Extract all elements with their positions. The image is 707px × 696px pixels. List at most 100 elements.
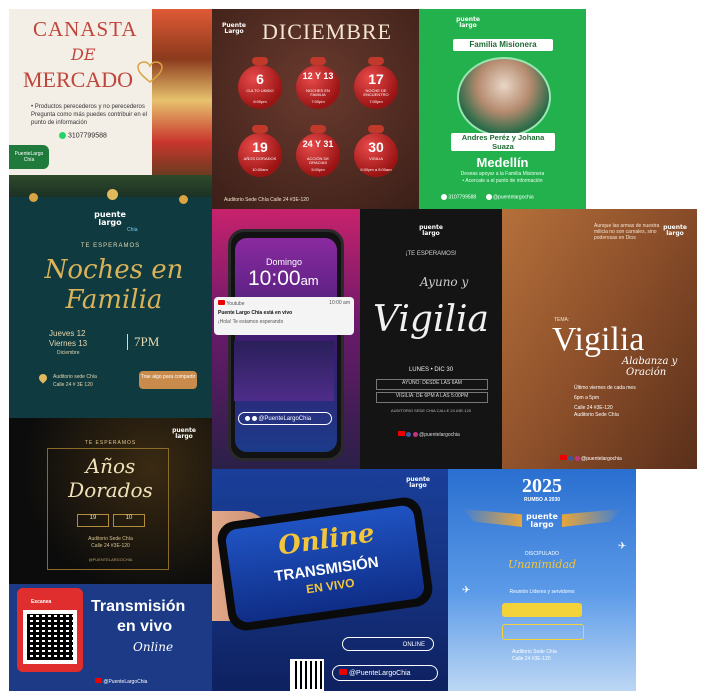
vigilia2-quote: Aunque las armas de nuestra milicia no s… (594, 223, 660, 241)
vigilia2-row-1: Último viernes de cada mes (574, 385, 636, 391)
canasta-tile[interactable]: CANASTA DE MERCADO • Productos pereceder… (9, 9, 212, 175)
ornament-day: 17 (368, 71, 384, 87)
noches-cta[interactable]: Trae algo para compartir (139, 371, 197, 389)
familia-tile[interactable]: puente largo Familia Misionera Andres Pe… (419, 9, 586, 209)
facebook-icon (568, 456, 574, 462)
transmision-handle: @PuenteLargoChia (103, 679, 148, 685)
ornament-event: 19 AÑOS DORADOS 10:00am (236, 125, 284, 185)
noches-date-3: Diciembre (57, 350, 80, 356)
wings-left (462, 509, 522, 527)
instagram-icon (412, 432, 418, 438)
rumbo-date-field (502, 603, 582, 617)
ornament-icon (179, 195, 188, 204)
vigilia2-title: Vigilia (552, 321, 645, 358)
ornament-event: 17 NOCHE DE ENCUENTRO 7:00pm (352, 57, 400, 117)
anos-logo: puente largo (172, 427, 196, 440)
live-day: Domingo (266, 257, 303, 267)
vigilia1-tile[interactable]: puente largo ¡TE ESPERAMOS! Ayuno y Vigi… (360, 209, 502, 469)
bow-icon (368, 125, 384, 133)
live-tile[interactable]: Domingo 10:00am Youtube 10:00 am Puente … (212, 209, 360, 469)
canasta-logo: PuenteLargo Chía (14, 151, 44, 163)
diciembre-street: Calle 24 #3E-120 (270, 197, 309, 203)
anos-street: Calle 24 #3E-120 (91, 543, 130, 549)
ornament-label: CULTO UNIDO (246, 88, 274, 93)
online-handle: @PuenteLargoChia (348, 670, 411, 677)
canasta-bullet-1: • Productos perecederos y no perecederos (31, 104, 145, 110)
ornament-time: 5:00pm (311, 167, 325, 172)
live-handle-pill[interactable]: @PuenteLargoChia (238, 412, 332, 425)
canasta-title-3: MERCADO (23, 67, 134, 92)
vigilia1-script: Ayuno y (420, 275, 469, 289)
anos-tile[interactable]: puente largo TE ESPERAMOS Años Dorados 1… (9, 418, 212, 584)
facebook-icon (251, 415, 257, 421)
anos-title-2: Dorados (68, 478, 153, 502)
instagram-icon (245, 415, 250, 421)
noches-street: Calle 24 # 3E 120 (53, 382, 93, 388)
whatsapp-icon (59, 132, 66, 139)
online-badge-pill: ONLINE (342, 637, 434, 651)
vigilia2-tile[interactable]: puente largo Aunque las armas de nuestra… (502, 209, 697, 469)
vigilia1-row-1: AYUNO: DESDE LAS 6AM (376, 379, 488, 390)
canasta-phone: 3107799588 (67, 132, 107, 140)
youtube-icon (95, 678, 102, 683)
vigilia1-social-row: @puentelargochia (398, 431, 460, 438)
rumbo-year: 2025 (522, 475, 562, 497)
ornament-event: 30 VIGILIA 6:00pm a 5:00am (352, 125, 400, 185)
rumbo-logo: puente largo (526, 512, 558, 529)
anos-day-1: 19 (77, 514, 109, 527)
ornament-event: 12 Y 13 NOCHES EN FAMILIA 7:00pm (294, 57, 342, 117)
food-illustration (152, 9, 212, 175)
vigilia2-row-4: Auditorio Sede Chía (574, 412, 619, 418)
online-logo: puente largo (406, 476, 430, 489)
familia-logo: puente largo (456, 16, 480, 29)
diciembre-tile[interactable]: Puente Largo DICIEMBRE 6 CULTO UNIDO 6:00p… (212, 9, 419, 209)
anos-te-esperamos: TE ESPERAMOS (84, 440, 137, 446)
familia-contact: 3107799588 @puentelargochia (441, 194, 534, 200)
qr-pattern (27, 614, 73, 660)
canasta-phone-row: 3107799588 (59, 132, 107, 139)
vigilia1-address: AUDITORIO SEDE CHIA CALLE 24 #3E-120 (390, 408, 472, 413)
diciembre-place: Auditorio Sede Chía (224, 197, 269, 203)
familia-note-2: • Acercate a el punto de información (462, 178, 543, 184)
notification-card[interactable]: Youtube 10:00 am Puente Largo Chía está … (214, 297, 354, 335)
wings-right (562, 509, 622, 527)
transmision-tile[interactable]: Escanea Transmisión en vivo Online @Puen… (9, 584, 212, 691)
familia-phone: 3107799588 (448, 194, 477, 201)
heart-icon (137, 61, 163, 83)
rumbo-tile[interactable]: 2025 RUMBO A 2030 puente largo DISCIPULA… (448, 469, 636, 691)
noches-time: 7PM (127, 334, 159, 350)
ornament-day: 24 Y 31 (302, 139, 334, 149)
ornament-day: 30 (368, 139, 384, 155)
vigilia2-subtitle-1: Alabanza y (622, 356, 678, 367)
noches-title-1: Noches en (44, 255, 184, 285)
vigilia2-social: @puentelargochia (581, 456, 622, 462)
vigilia1-row-2: VIGILIA: DE 6PM A LAS 5:00PM (376, 392, 488, 403)
online-handle-pill[interactable]: @PuenteLargoChia (332, 665, 438, 681)
vigilia1-date: LUNES • DIC 30 (408, 367, 454, 373)
rumbo-street: Calle 24 #3E-120 (512, 656, 551, 662)
whatsapp-icon (441, 194, 447, 200)
rumbo-tagline-1: DISCIPULADO (525, 551, 559, 557)
canasta-bullet-2: Pregunta como más puedes contribuir en e… (31, 112, 148, 126)
stage-photo (234, 341, 334, 401)
qr-code (290, 659, 324, 691)
noches-tile[interactable]: puente largo Chía TE ESPERAMOS Noches en… (9, 175, 212, 418)
vigilia2-subtitle-2: Oración (626, 367, 667, 378)
notification-body: ¡Hola! Te estamos esperando (218, 319, 284, 325)
rumbo-meeting: Reunión Líderes y servidores (509, 589, 575, 595)
ornament-day: 19 (252, 139, 268, 155)
facebook-icon (406, 432, 412, 438)
ornament-label: AÑOS DORADOS (243, 156, 277, 161)
familia-badge: Familia Misionera (453, 39, 553, 51)
diciembre-address: Auditorio Sede Chía Calle 24 #3E-120 (224, 197, 309, 203)
transmision-script: Online (133, 640, 174, 654)
bow-icon (368, 57, 384, 65)
online-tile[interactable]: puente largo Online TRANSMISIÓN EN VIVO … (212, 469, 448, 691)
transmision-title-1: Transmisión (91, 598, 186, 615)
youtube-icon (398, 431, 405, 436)
transmision-title-2: en vivo (117, 618, 173, 635)
notification-app: Youtube (226, 301, 245, 307)
ornament-label: ACCIÓN DE GRACIAS (306, 156, 330, 166)
bow-icon (310, 125, 326, 133)
ornament-day: 12 Y 13 (302, 71, 334, 81)
